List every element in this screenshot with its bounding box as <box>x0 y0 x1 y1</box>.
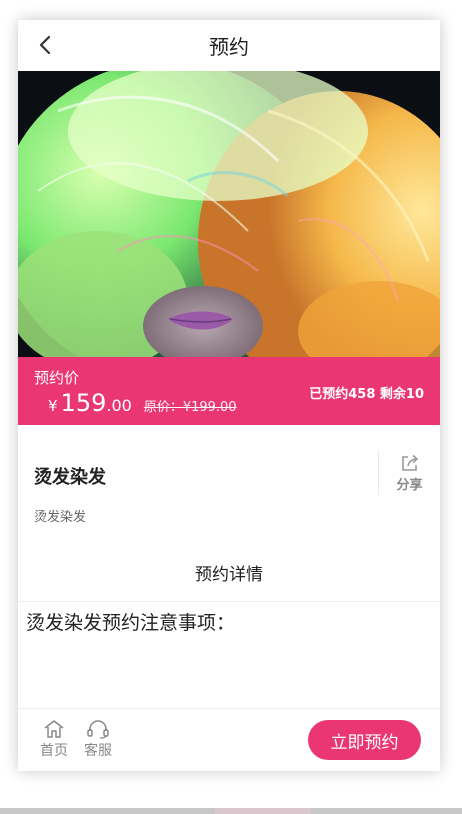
sold-count: 已预约458 剩余10 <box>309 387 424 402</box>
currency-symbol: ¥ <box>48 397 58 415</box>
booking-page: 预约 预约价 ¥ 159 .00 原价：¥199.00 已预约458 剩余10 … <box>18 20 440 771</box>
headset-icon <box>87 720 109 739</box>
price-banner: 预约价 ¥ 159 .00 原价：¥199.00 已预约458 剩余10 <box>18 357 440 425</box>
share-icon <box>401 454 418 471</box>
underlying-page-edge <box>0 808 462 814</box>
price-row: ¥ 159 .00 原价：¥199.00 <box>48 389 237 417</box>
hero-image <box>18 71 440 357</box>
bottom-bar: 首页 客服 立即预约 <box>18 708 440 771</box>
home-icon <box>44 720 64 738</box>
page: 预约 预约价 ¥ 159 .00 原价：¥199.00 已预约458 剩余10 … <box>0 0 462 814</box>
share-label: 分享 <box>396 477 423 493</box>
page-title: 预约 <box>209 35 249 59</box>
detail-heading-text: 预约详情 <box>195 564 263 585</box>
product-info: 烫发染发 烫发染发 分享 <box>18 425 440 533</box>
underlying-tab-highlight <box>215 808 311 814</box>
nav-home[interactable]: 首页 <box>40 719 68 760</box>
notice-text: 烫发染发预约注意事项： <box>26 612 236 634</box>
share-button[interactable]: 分享 <box>378 451 440 495</box>
nav-home-label: 首页 <box>40 743 68 759</box>
price-decimal: .00 <box>106 396 132 415</box>
price-integer: 159 <box>60 389 107 417</box>
nav-service[interactable]: 客服 <box>84 719 112 760</box>
nav-service-label: 客服 <box>84 743 112 759</box>
original-price: 原价：¥199.00 <box>143 400 237 415</box>
chevron-left-icon <box>39 35 51 55</box>
back-button[interactable] <box>32 32 58 58</box>
book-now-button[interactable]: 立即预约 <box>308 720 421 760</box>
header-bar: 预约 <box>18 20 440 71</box>
product-description: 烫发染发 <box>34 510 87 525</box>
detail-heading: 预约详情 <box>18 533 440 602</box>
product-name: 烫发染发 <box>34 467 106 488</box>
hair-photo <box>18 71 440 357</box>
